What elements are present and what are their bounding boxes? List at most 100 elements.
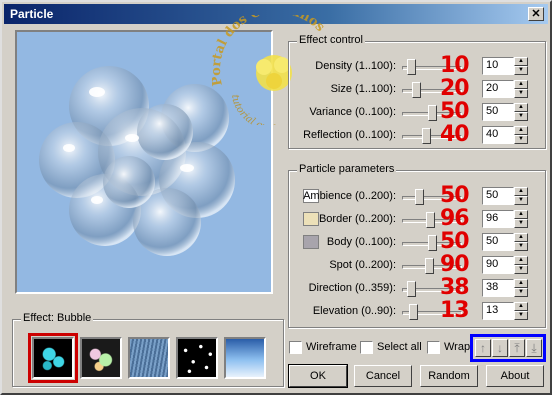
particle-parameters-label: Particle parameters — [297, 163, 397, 175]
spot-slider-thumb[interactable] — [425, 258, 434, 274]
density-value-input[interactable]: 10 — [482, 57, 514, 75]
direction-slider-thumb[interactable] — [407, 281, 416, 297]
direction-value-input[interactable]: 38 — [482, 279, 514, 297]
variance-spinner[interactable]: ▲ ▼ — [514, 103, 528, 121]
reflection-overlay-number: 40 — [440, 122, 470, 147]
border-color-swatch[interactable] — [303, 212, 319, 226]
wrap-label: Wrap — [444, 341, 471, 353]
spin-down-icon[interactable]: ▼ — [514, 265, 528, 274]
variance-overlay-number: 50 — [440, 99, 470, 124]
window-title: Particle — [10, 7, 54, 21]
move-down-button[interactable]: ↓ — [492, 339, 508, 357]
reflection-value-input[interactable]: 40 — [482, 126, 514, 144]
close-button[interactable]: ✕ — [528, 7, 544, 21]
spin-up-icon[interactable]: ▲ — [514, 233, 528, 242]
spin-down-icon[interactable]: ▼ — [514, 135, 528, 144]
reflection-slider-thumb[interactable] — [422, 128, 431, 144]
reflection-spinner[interactable]: ▲ ▼ — [514, 126, 528, 144]
spin-up-icon[interactable]: ▲ — [514, 80, 528, 89]
elevation-label: Elevation (0..90): — [312, 305, 396, 317]
cancel-button[interactable]: Cancel — [354, 365, 412, 387]
ambience-slider-thumb[interactable] — [415, 189, 424, 205]
border-spinner[interactable]: ▲ ▼ — [514, 210, 528, 228]
body-slider-thumb[interactable] — [428, 235, 437, 251]
border-value-input[interactable]: 96 — [482, 210, 514, 228]
move-top-button[interactable]: ⤒ — [509, 339, 525, 357]
spin-up-icon[interactable]: ▲ — [514, 57, 528, 66]
spin-down-icon[interactable]: ▼ — [514, 196, 528, 205]
body-spinner[interactable]: ▲ ▼ — [514, 233, 528, 251]
direction-overlay-number: 38 — [440, 275, 470, 300]
border-label: Border (0..200): — [318, 213, 396, 225]
density-label: Density (1..100): — [315, 60, 396, 72]
elevation-spinner[interactable]: ▲ ▼ — [514, 302, 528, 320]
size-spinner[interactable]: ▲ ▼ — [514, 80, 528, 98]
spin-up-icon[interactable]: ▲ — [514, 103, 528, 112]
body-label: Body (0..100): — [326, 236, 396, 248]
ok-button[interactable]: OK — [288, 364, 348, 388]
direction-spinner[interactable]: ▲ ▼ — [514, 279, 528, 297]
elevation-slider-thumb[interactable] — [409, 304, 418, 320]
bubble-preview — [17, 32, 271, 292]
spin-up-icon[interactable]: ▲ — [514, 210, 528, 219]
spot-overlay-number: 90 — [440, 252, 470, 277]
reflection-label: Reflection (0..100): — [303, 129, 396, 141]
spin-down-icon[interactable]: ▼ — [514, 219, 528, 228]
spin-down-icon[interactable]: ▼ — [514, 242, 528, 251]
about-button[interactable]: About — [486, 365, 544, 387]
spin-down-icon[interactable]: ▼ — [514, 311, 528, 320]
effect-snow-thumb[interactable] — [176, 337, 218, 379]
size-label: Size (1..100): — [330, 83, 396, 95]
ambience-overlay-number: 50 — [440, 183, 470, 208]
spin-down-icon[interactable]: ▼ — [514, 89, 528, 98]
size-value-input[interactable]: 20 — [482, 80, 514, 98]
move-up-button[interactable]: ↑ — [475, 339, 491, 357]
size-slider-thumb[interactable] — [412, 82, 421, 98]
size-overlay-number: 20 — [440, 76, 470, 101]
spin-down-icon[interactable]: ▼ — [514, 66, 528, 75]
variance-label: Variance (0..100): — [309, 106, 396, 118]
random-button[interactable]: Random — [420, 365, 478, 387]
wireframe-checkbox[interactable] — [289, 341, 302, 354]
title-bar[interactable]: Particle ✕ — [4, 4, 548, 24]
variance-value-input[interactable]: 50 — [482, 103, 514, 121]
body-overlay-number: 50 — [440, 229, 470, 254]
arrow-down-icon: ↓ — [497, 341, 503, 355]
density-overlay-number: 10 — [440, 53, 470, 78]
variance-slider-thumb[interactable] — [428, 105, 437, 121]
effect-control-label: Effect control — [297, 34, 365, 46]
ambience-value-input[interactable]: 50 — [482, 187, 514, 205]
select-all-label: Select all — [377, 341, 422, 353]
spin-up-icon[interactable]: ▲ — [514, 187, 528, 196]
spot-label: Spot (0..200): — [329, 259, 396, 271]
body-value-input[interactable]: 50 — [482, 233, 514, 251]
wireframe-label: Wireframe — [306, 341, 357, 353]
density-slider-thumb[interactable] — [407, 59, 416, 75]
effect-cloud-thumb[interactable] — [224, 337, 266, 379]
border-overlay-number: 96 — [440, 206, 470, 231]
spin-down-icon[interactable]: ▼ — [514, 288, 528, 297]
border-slider-thumb[interactable] — [426, 212, 435, 228]
ambience-spinner[interactable]: ▲ ▼ — [514, 187, 528, 205]
ambience-label: Ambience (0..200): — [303, 190, 396, 202]
arrow-bottom-icon: ⤓ — [531, 341, 537, 355]
density-spinner[interactable]: ▲ ▼ — [514, 57, 528, 75]
body-color-swatch[interactable] — [303, 235, 319, 249]
effect-bubble-thumb[interactable] — [28, 333, 78, 383]
effect-glow-thumb[interactable] — [80, 337, 122, 379]
direction-label: Direction (0..359): — [308, 282, 396, 294]
effect-label: Effect: Bubble — [21, 312, 94, 324]
effect-rain-thumb[interactable] — [128, 337, 170, 379]
spin-up-icon[interactable]: ▲ — [514, 126, 528, 135]
elevation-value-input[interactable]: 13 — [482, 302, 514, 320]
spot-spinner[interactable]: ▲ ▼ — [514, 256, 528, 274]
bubbles-image — [39, 66, 235, 256]
select-all-checkbox[interactable] — [360, 341, 373, 354]
spin-up-icon[interactable]: ▲ — [514, 279, 528, 288]
spin-up-icon[interactable]: ▲ — [514, 302, 528, 311]
spin-up-icon[interactable]: ▲ — [514, 256, 528, 265]
move-bottom-button[interactable]: ⤓ — [526, 339, 542, 357]
spot-value-input[interactable]: 90 — [482, 256, 514, 274]
spin-down-icon[interactable]: ▼ — [514, 112, 528, 121]
wrap-checkbox[interactable] — [427, 341, 440, 354]
